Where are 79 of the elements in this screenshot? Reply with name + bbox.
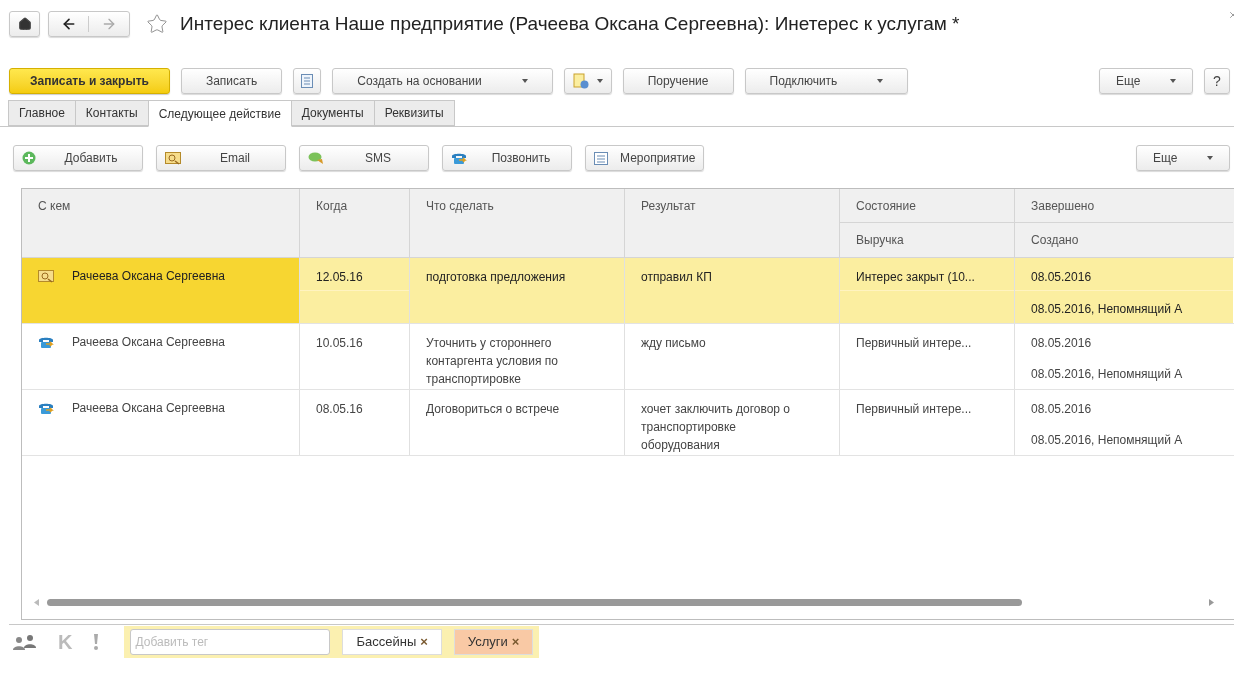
- home-icon: [17, 17, 32, 31]
- created-text: 08.05.2016, Непомнящий А: [1031, 367, 1183, 381]
- remove-tag-button[interactable]: ×: [420, 632, 428, 652]
- scroll-left-icon[interactable]: [34, 598, 39, 606]
- envelope-icon: [165, 151, 181, 165]
- table-row[interactable]: Рачеева Оксана Сергеевна 12.05.16 подготовка предложения отправил КП Интерес закрыт (10... 08.05.2016 08.05.2016, Непомнящий А: [22, 258, 1234, 324]
- toolbar-button[interactable]: Поручение: [622, 68, 734, 94]
- action-button[interactable]: Позвонить: [442, 145, 572, 171]
- action-button[interactable]: Email: [156, 145, 286, 171]
- tab[interactable]: Следующее действие: [147, 100, 292, 127]
- plus-icon: [22, 151, 36, 165]
- tab[interactable]: Документы: [290, 100, 375, 126]
- toolbar-dropdown-button[interactable]: [563, 68, 612, 94]
- exclamation-icon[interactable]: [92, 633, 101, 651]
- home-button[interactable]: [9, 11, 40, 37]
- contact-name: Рачеева Оксана Сергеевна: [72, 400, 226, 417]
- caret-icon: [596, 79, 603, 83]
- date-text: 08.05.16: [316, 402, 363, 416]
- column-header[interactable]: Создано: [1015, 222, 1233, 256]
- date-text: 12.05.16: [316, 270, 363, 284]
- tag-label: Услуги: [467, 633, 508, 652]
- result-text: отправил КП: [641, 270, 712, 284]
- result-text: жду письмо: [641, 336, 706, 350]
- completed-date: 08.05.2016: [1031, 336, 1092, 350]
- state-text: Первичный интере...: [856, 402, 972, 416]
- tag-label: Бассейны: [356, 633, 417, 652]
- toolbar-button[interactable]: Записать: [180, 68, 283, 94]
- action-button[interactable]: Добавить: [13, 145, 143, 171]
- tab[interactable]: Контакты: [74, 100, 149, 126]
- created-text: 08.05.2016, Непомнящий А: [1031, 302, 1183, 316]
- tab[interactable]: Реквизиты: [373, 100, 455, 126]
- column-header[interactable]: Что сделать: [410, 189, 624, 222]
- favorite-star-icon[interactable]: [146, 13, 168, 35]
- contact-name: Рачеева Оксана Сергеевна: [72, 334, 226, 351]
- scroll-right-icon[interactable]: [1209, 598, 1214, 606]
- horizontal-scrollbar[interactable]: [47, 598, 1022, 606]
- task-text: подготовка предложения: [426, 270, 566, 284]
- tag-input-field[interactable]: Добавить тег: [130, 629, 331, 655]
- save-and-close-button[interactable]: Записать и закрыть: [9, 68, 170, 94]
- document-icon: [301, 74, 314, 88]
- table-row[interactable]: Рачеева Оксана Сергеевна 08.05.16 Договориться о встрече хочет заключить договор о транспортировке оборудования Первичный интере... 08.05.2016 08.05.2016, Непомнящий А: [22, 390, 1234, 456]
- column-header[interactable]: Результат: [625, 189, 839, 222]
- contact-name: Рачеева Оксана Сергеевна: [72, 268, 226, 285]
- column-header[interactable]: Завершено: [1015, 189, 1233, 222]
- caret-icon: [1170, 79, 1176, 83]
- more-dropdown-button[interactable]: Еще: [1136, 145, 1230, 171]
- action-button[interactable]: SMS: [299, 145, 429, 171]
- toolbar-icon-button[interactable]: [293, 68, 322, 94]
- help-button[interactable]: ?: [1204, 68, 1230, 94]
- tab[interactable]: Главное: [8, 100, 76, 126]
- chat-icon: [308, 151, 324, 165]
- users-icon[interactable]: [12, 633, 38, 651]
- caret-icon: [1207, 156, 1213, 160]
- state-text: Интерес закрыт (10...: [856, 270, 975, 284]
- caret-icon: [877, 79, 884, 83]
- task-text: Договориться о встрече: [426, 402, 560, 416]
- caret-icon: [521, 79, 528, 83]
- task-text: Уточнить у стороннего контаргента условия по транспортировке: [426, 336, 558, 386]
- document-add-icon: [572, 73, 589, 89]
- column-header[interactable]: Когда: [300, 189, 409, 222]
- column-header[interactable]: С кем: [22, 189, 299, 222]
- completed-date: 08.05.2016: [1031, 270, 1092, 284]
- state-text: Первичный интере...: [856, 336, 972, 350]
- completed-date: 08.05.2016: [1031, 402, 1092, 416]
- window-title: Интерес клиента Наше предприятие (Рачеева Оксана Сергеевна): Инетерес к услугам *: [180, 11, 960, 36]
- envelope-icon: [38, 269, 54, 283]
- remove-tag-button[interactable]: ×: [511, 632, 520, 652]
- created-text: 08.05.2016, Непомнящий А: [1031, 433, 1183, 447]
- action-button[interactable]: Мероприятие: [585, 145, 705, 171]
- tag[interactable]: Услуги ×: [453, 629, 534, 655]
- list-icon: [594, 151, 608, 165]
- more-dropdown-button[interactable]: Еще: [1099, 68, 1193, 94]
- dropdown-button[interactable]: Создать на основании: [332, 68, 553, 94]
- column-header[interactable]: Состояние: [840, 189, 1014, 222]
- tag[interactable]: Бассейны ×: [342, 629, 442, 655]
- dropdown-button[interactable]: Подключить: [744, 68, 909, 94]
- column-header[interactable]: Выручка: [840, 222, 1014, 256]
- result-text: хочет заключить договор о транспортировке оборудования: [641, 402, 791, 452]
- date-text: 10.05.16: [316, 336, 363, 350]
